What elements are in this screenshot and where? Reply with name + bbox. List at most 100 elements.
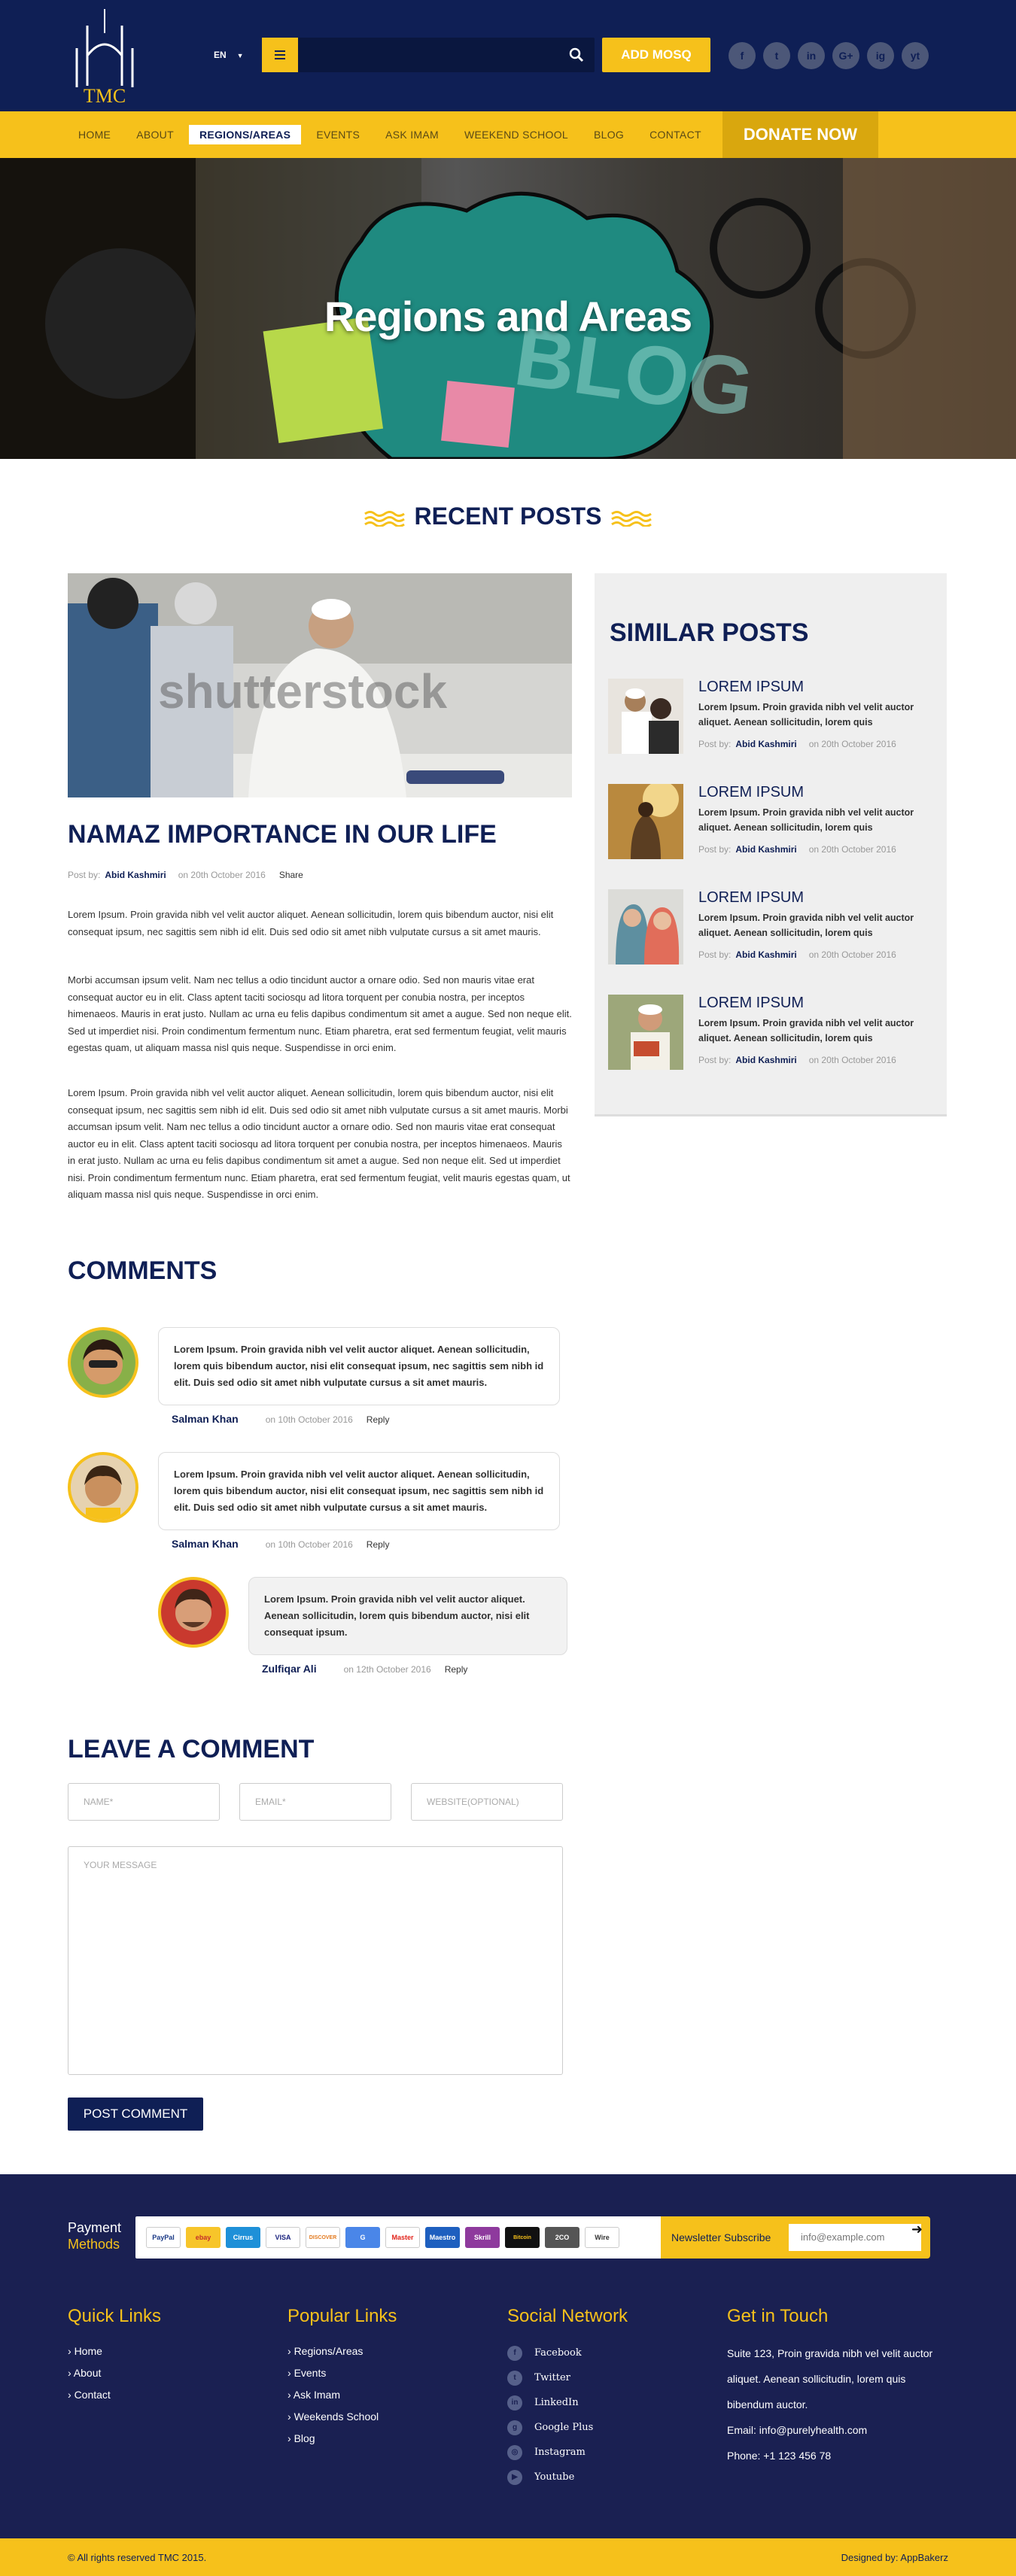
post-meta: Post by: Abid Kashmiri on 20th October 201… (68, 870, 303, 880)
language-select[interactable]: EN ▼ (214, 50, 244, 60)
comment-item: Lorem Ipsum. Proin gravida nibh vel veli… (68, 1327, 564, 1432)
twitter-icon[interactable]: t (763, 42, 790, 69)
message-textarea[interactable]: YOUR MESSAGE (68, 1846, 563, 2075)
main-nav: HOME ABOUT REGIONS/AREAS EVENTS ASK IMAM… (0, 111, 1016, 158)
footer-link[interactable]: Weekends School (287, 2406, 397, 2428)
post-author[interactable]: Abid Kashmiri (105, 870, 166, 880)
footer-link[interactable]: Home (68, 2341, 161, 2362)
name-field[interactable]: NAME* (68, 1783, 220, 1821)
2co-icon: 2CO (545, 2227, 579, 2248)
leave-comment-heading: LEAVE A COMMENT (68, 1735, 315, 1763)
reply-link[interactable]: Reply (367, 1539, 390, 1550)
comments-heading: COMMENTS (68, 1256, 217, 1285)
footer-social-link[interactable]: g Google Plus (507, 2415, 628, 2440)
footer-link[interactable]: Contact (68, 2384, 161, 2406)
hamburger-icon (275, 54, 285, 56)
similar-post-item[interactable]: LOREM IPSUM Lorem Ipsum. Proin gravida n… (608, 784, 939, 859)
nav-ask-imam[interactable]: ASK IMAM (375, 125, 449, 144)
post-paragraph: Lorem Ipsum. Proin gravida nibh vel veli… (68, 1087, 570, 1200)
similar-post-item[interactable]: LOREM IPSUM Lorem Ipsum. Proin gravida n… (608, 889, 939, 964)
wire-transfer-icon: Wire (585, 2227, 619, 2248)
nav-blog[interactable]: BLOG (583, 125, 634, 144)
website-field[interactable]: WEBSITE(OPTIONAL) (411, 1783, 563, 1821)
add-mosq-button[interactable]: ADD MOSQ (602, 38, 710, 72)
facebook-icon[interactable]: f (729, 42, 756, 69)
nav-regions[interactable]: REGIONS/AREAS (188, 125, 302, 144)
nav-weekend-school[interactable]: WEEKEND SCHOOL (454, 125, 579, 144)
nav-contact[interactable]: CONTACT (639, 125, 712, 144)
email-field[interactable]: EMAIL* (239, 1783, 391, 1821)
footer-link[interactable]: About (68, 2362, 161, 2384)
similar-posts-sidebar: SIMILAR POSTS LOREM IPSUM Lorem Ipsum. P… (595, 573, 947, 1116)
popular-links: Popular Links Regions/Areas Events Ask I… (287, 2306, 397, 2450)
discover-icon: DISCOVER (306, 2227, 340, 2248)
post-image[interactable]: shutterstock (68, 573, 572, 797)
footer-social-link[interactable]: ◎ Instagram (507, 2440, 628, 2465)
nav-events[interactable]: EVENTS (306, 125, 370, 144)
post-title[interactable]: NAMAZ IMPORTANCE IN OUR LIFE (68, 820, 497, 849)
footer-social-link[interactable]: in LinkedIn (507, 2390, 628, 2415)
footer-link[interactable]: Ask Imam (287, 2384, 397, 2406)
watermark: shutterstock (158, 664, 448, 718)
logo-text: TMC (84, 85, 126, 107)
newsletter-email-input[interactable]: info@example.com (789, 2224, 921, 2251)
footer-link[interactable]: Blog (287, 2428, 397, 2450)
comment-item: Lorem Ipsum. Proin gravida nibh vel veli… (68, 1452, 564, 1557)
footer-link[interactable]: Events (287, 2362, 397, 2384)
reply-link[interactable]: Reply (367, 1414, 390, 1425)
similar-post-item[interactable]: LOREM IPSUM Lorem Ipsum. Proin gravida n… (608, 995, 939, 1070)
get-in-touch: Get in Touch Suite 123, Proin gravida ni… (727, 2306, 953, 2468)
comment-text: Lorem Ipsum. Proin gravida nibh vel veli… (158, 1452, 560, 1530)
cirrus-icon: Cirrus (226, 2227, 260, 2248)
search-icon[interactable] (567, 46, 586, 64)
copyright-bar: © All rights reserved TMC 2015. Designed… (0, 2538, 1016, 2576)
similar-post-thumb[interactable] (608, 995, 683, 1070)
avatar[interactable] (158, 1577, 229, 1648)
footer-link[interactable]: Regions/Areas (287, 2341, 397, 2362)
donate-button[interactable]: DONATE NOW (722, 111, 878, 158)
comment-text: Lorem Ipsum. Proin gravida nibh vel veli… (158, 1327, 560, 1405)
similar-posts-title: SIMILAR POSTS (610, 618, 809, 647)
skrill-icon: Skrill (465, 2227, 500, 2248)
contact-phone: Phone: +1 123 456 78 (727, 2450, 832, 2462)
quick-links: Quick Links Home About Contact (68, 2306, 161, 2406)
reply-link[interactable]: Reply (445, 1664, 468, 1675)
footer-social-link[interactable]: f Facebook (507, 2341, 628, 2365)
newsletter-subscribe: Newsletter Subscribe info@example.com ➜ (661, 2216, 930, 2259)
google-plus-icon: g (507, 2420, 522, 2435)
post-comment-button[interactable]: POST COMMENT (68, 2098, 203, 2131)
google-plus-icon[interactable]: G+ (832, 42, 859, 69)
nav-home[interactable]: HOME (68, 125, 121, 144)
youtube-icon[interactable]: yt (902, 42, 929, 69)
search-bar[interactable] (262, 38, 595, 72)
nav-about[interactable]: ABOUT (126, 125, 184, 144)
similar-post-thumb[interactable] (608, 679, 683, 754)
contact-email[interactable]: Email: info@purelyhealth.com (727, 2417, 953, 2443)
similar-post-thumb[interactable] (608, 889, 683, 964)
share-link[interactable]: Share (279, 870, 303, 880)
footer-social-link[interactable]: t Twitter (507, 2365, 628, 2390)
designer-credit[interactable]: Designed by: AppBakerz (841, 2552, 948, 2563)
comment-item: Lorem Ipsum. Proin gravida nibh vel veli… (158, 1577, 655, 1682)
top-header: TMC EN ▼ ADD MOSQ f t in G+ ig yt (0, 0, 1016, 111)
header-socials: f t in G+ ig yt (729, 42, 929, 69)
post-paragraph: Morbi accumsan ipsum velit. Nam nec tell… (68, 974, 572, 1053)
tmc-logo[interactable]: TMC (65, 3, 144, 107)
similar-post-item[interactable]: LOREM IPSUM Lorem Ipsum. Proin gravida n… (608, 679, 939, 754)
address: Suite 123, Proin gravida nibh vel velit … (727, 2347, 933, 2410)
arrow-right-icon[interactable]: ➜ (911, 2222, 923, 2237)
comment-author[interactable]: Zulfiqar Ali (262, 1663, 317, 1675)
instagram-icon[interactable]: ig (867, 42, 894, 69)
comment-author[interactable]: Salman Khan (172, 1413, 239, 1425)
menu-button[interactable] (262, 38, 298, 72)
social-network: Social Network f Facebook t Twitter in Link… (507, 2306, 628, 2489)
hero-banner: BLOG Regions and Areas (0, 158, 1016, 459)
avatar[interactable] (68, 1327, 138, 1398)
footer-social-link[interactable]: ▶ Youtube (507, 2465, 628, 2489)
linkedin-icon: in (507, 2395, 522, 2410)
comment-author[interactable]: Salman Khan (172, 1538, 239, 1550)
chevron-down-icon: ▼ (236, 52, 244, 59)
similar-post-thumb[interactable] (608, 784, 683, 859)
linkedin-icon[interactable]: in (798, 42, 825, 69)
avatar[interactable] (68, 1452, 138, 1523)
